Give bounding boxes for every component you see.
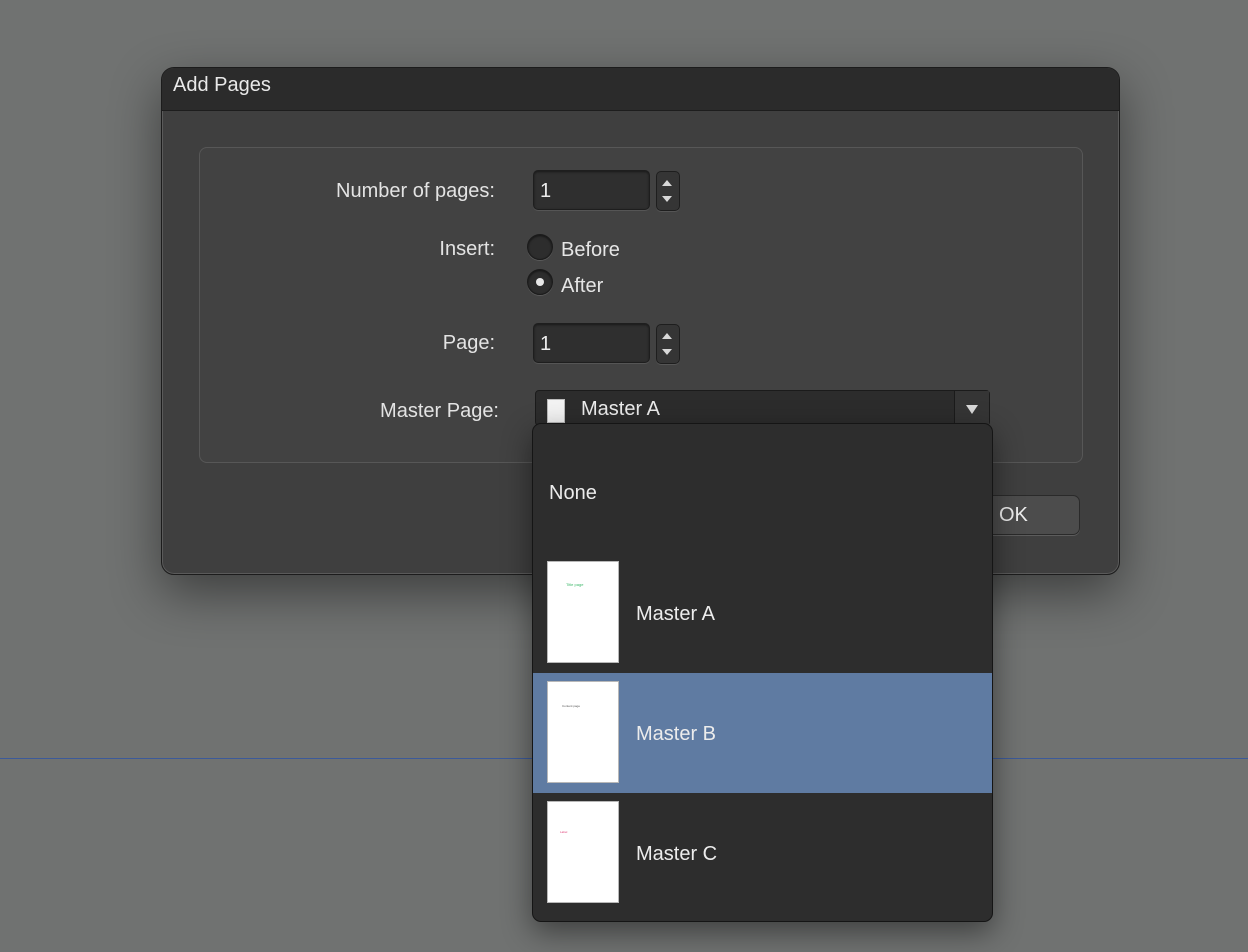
dropdown-item-master-b[interactable]: Content page Master B: [533, 673, 992, 793]
dropdown-item-label: Master B: [636, 723, 717, 745]
ok-button-label: OK: [999, 504, 1028, 526]
master-c-thumbnail-text: Label: [560, 830, 568, 834]
dialog-title: Add Pages: [173, 74, 271, 96]
dropdown-item-master-c[interactable]: Label Master C: [533, 793, 992, 913]
master-page-selected-value: Master A: [581, 398, 660, 420]
master-b-thumbnail-text: Content page: [562, 704, 581, 708]
number-of-pages-label: Number of pages:: [336, 180, 495, 202]
chevron-down-icon[interactable]: [954, 391, 989, 425]
master-page-label: Master Page:: [380, 400, 499, 422]
stepper-down-icon[interactable]: [662, 349, 672, 355]
insert-before-radio[interactable]: [527, 234, 553, 260]
dropdown-item-label: None: [549, 482, 597, 504]
dropdown-item-label: Master C: [636, 843, 718, 865]
dialog-titlebar[interactable]: Add Pages: [162, 68, 1119, 111]
number-of-pages-stepper[interactable]: [656, 171, 680, 211]
page-label: Page:: [442, 332, 495, 354]
page-stepper[interactable]: [656, 324, 680, 364]
dropdown-item-none[interactable]: None: [533, 432, 992, 552]
ok-button[interactable]: OK: [982, 495, 1080, 535]
stepper-up-icon[interactable]: [662, 180, 672, 186]
master-page-select[interactable]: Master A: [535, 390, 990, 426]
page-thumbnail-icon: [547, 399, 565, 423]
stepper-up-icon[interactable]: [662, 333, 672, 339]
insert-after-label[interactable]: After: [561, 275, 603, 298]
page-field[interactable]: 1: [533, 323, 650, 363]
stepper-down-icon[interactable]: [662, 196, 672, 202]
master-b-thumbnail: Content page: [547, 681, 619, 783]
insert-before-label[interactable]: Before: [561, 239, 620, 262]
dropdown-item-master-a[interactable]: Title page Master A: [533, 553, 992, 673]
master-page-dropdown: None Title page Master A Content page Ma…: [532, 423, 993, 922]
master-a-thumbnail-text: Title page: [566, 582, 584, 587]
master-c-thumbnail: Label: [547, 801, 619, 903]
number-of-pages-field[interactable]: 1: [533, 170, 650, 210]
dropdown-item-label: Master A: [636, 603, 715, 625]
master-a-thumbnail: Title page: [547, 561, 619, 663]
insert-after-radio[interactable]: [527, 269, 553, 295]
insert-label: Insert:: [439, 238, 495, 260]
